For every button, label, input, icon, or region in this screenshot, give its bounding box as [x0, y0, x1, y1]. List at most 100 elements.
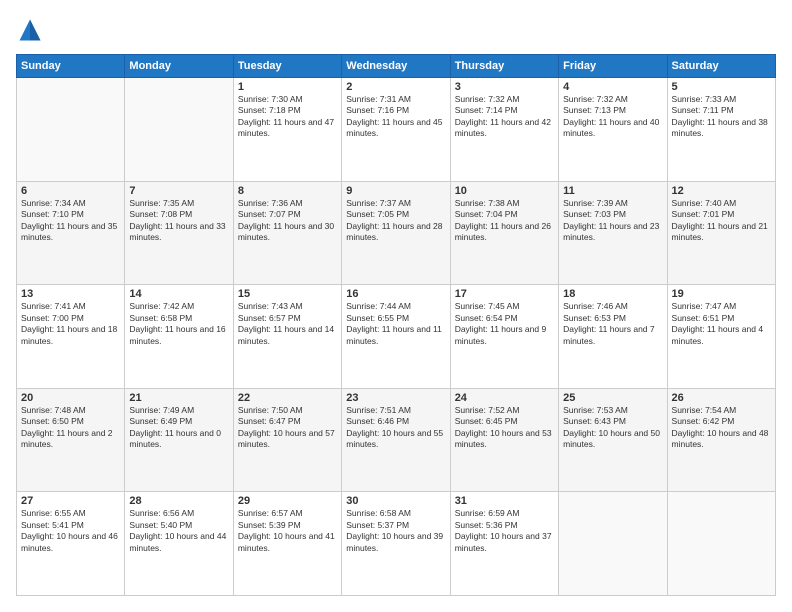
day-number: 4	[563, 81, 662, 93]
calendar-day-header-thursday: Thursday	[450, 55, 558, 78]
calendar-day-cell: 7Sunrise: 7:35 AMSunset: 7:08 PMDaylight…	[125, 181, 233, 285]
day-number: 9	[346, 185, 445, 197]
day-info: Sunrise: 7:46 AMSunset: 6:53 PMDaylight:…	[563, 301, 662, 347]
calendar-day-cell: 1Sunrise: 7:30 AMSunset: 7:18 PMDaylight…	[233, 78, 341, 182]
calendar-day-cell: 4Sunrise: 7:32 AMSunset: 7:13 PMDaylight…	[559, 78, 667, 182]
day-number: 18	[563, 288, 662, 300]
calendar-day-cell: 21Sunrise: 7:49 AMSunset: 6:49 PMDayligh…	[125, 388, 233, 492]
calendar-day-cell: 14Sunrise: 7:42 AMSunset: 6:58 PMDayligh…	[125, 285, 233, 389]
day-info: Sunrise: 7:45 AMSunset: 6:54 PMDaylight:…	[455, 301, 554, 347]
day-number: 27	[21, 495, 120, 507]
page: SundayMondayTuesdayWednesdayThursdayFrid…	[0, 0, 792, 612]
calendar-day-cell: 17Sunrise: 7:45 AMSunset: 6:54 PMDayligh…	[450, 285, 558, 389]
day-number: 19	[672, 288, 771, 300]
day-info: Sunrise: 7:53 AMSunset: 6:43 PMDaylight:…	[563, 405, 662, 451]
calendar-day-header-tuesday: Tuesday	[233, 55, 341, 78]
day-number: 2	[346, 81, 445, 93]
calendar-week-row: 20Sunrise: 7:48 AMSunset: 6:50 PMDayligh…	[17, 388, 776, 492]
calendar-week-row: 27Sunrise: 6:55 AMSunset: 5:41 PMDayligh…	[17, 492, 776, 596]
calendar-day-cell: 13Sunrise: 7:41 AMSunset: 7:00 PMDayligh…	[17, 285, 125, 389]
day-number: 5	[672, 81, 771, 93]
calendar-day-cell: 6Sunrise: 7:34 AMSunset: 7:10 PMDaylight…	[17, 181, 125, 285]
calendar-day-cell: 23Sunrise: 7:51 AMSunset: 6:46 PMDayligh…	[342, 388, 450, 492]
day-number: 24	[455, 392, 554, 404]
calendar-table: SundayMondayTuesdayWednesdayThursdayFrid…	[16, 54, 776, 596]
day-info: Sunrise: 7:37 AMSunset: 7:05 PMDaylight:…	[346, 198, 445, 244]
calendar-day-cell: 30Sunrise: 6:58 AMSunset: 5:37 PMDayligh…	[342, 492, 450, 596]
day-number: 3	[455, 81, 554, 93]
day-info: Sunrise: 6:55 AMSunset: 5:41 PMDaylight:…	[21, 508, 120, 554]
calendar-day-header-monday: Monday	[125, 55, 233, 78]
calendar-day-cell: 9Sunrise: 7:37 AMSunset: 7:05 PMDaylight…	[342, 181, 450, 285]
calendar-day-cell: 16Sunrise: 7:44 AMSunset: 6:55 PMDayligh…	[342, 285, 450, 389]
calendar-day-cell: 31Sunrise: 6:59 AMSunset: 5:36 PMDayligh…	[450, 492, 558, 596]
day-number: 25	[563, 392, 662, 404]
day-info: Sunrise: 7:52 AMSunset: 6:45 PMDaylight:…	[455, 405, 554, 451]
calendar-day-cell	[125, 78, 233, 182]
calendar-day-cell: 8Sunrise: 7:36 AMSunset: 7:07 PMDaylight…	[233, 181, 341, 285]
calendar-day-cell: 24Sunrise: 7:52 AMSunset: 6:45 PMDayligh…	[450, 388, 558, 492]
calendar-day-cell: 22Sunrise: 7:50 AMSunset: 6:47 PMDayligh…	[233, 388, 341, 492]
day-info: Sunrise: 7:40 AMSunset: 7:01 PMDaylight:…	[672, 198, 771, 244]
day-info: Sunrise: 7:34 AMSunset: 7:10 PMDaylight:…	[21, 198, 120, 244]
calendar-day-cell: 20Sunrise: 7:48 AMSunset: 6:50 PMDayligh…	[17, 388, 125, 492]
calendar-day-cell: 10Sunrise: 7:38 AMSunset: 7:04 PMDayligh…	[450, 181, 558, 285]
calendar-day-cell: 18Sunrise: 7:46 AMSunset: 6:53 PMDayligh…	[559, 285, 667, 389]
calendar-day-cell: 29Sunrise: 6:57 AMSunset: 5:39 PMDayligh…	[233, 492, 341, 596]
day-info: Sunrise: 7:44 AMSunset: 6:55 PMDaylight:…	[346, 301, 445, 347]
day-info: Sunrise: 7:49 AMSunset: 6:49 PMDaylight:…	[129, 405, 228, 451]
day-number: 7	[129, 185, 228, 197]
day-number: 21	[129, 392, 228, 404]
logo	[16, 16, 48, 44]
calendar-week-row: 6Sunrise: 7:34 AMSunset: 7:10 PMDaylight…	[17, 181, 776, 285]
calendar-day-cell: 28Sunrise: 6:56 AMSunset: 5:40 PMDayligh…	[125, 492, 233, 596]
calendar-day-cell: 3Sunrise: 7:32 AMSunset: 7:14 PMDaylight…	[450, 78, 558, 182]
logo-icon	[16, 16, 44, 44]
day-info: Sunrise: 7:54 AMSunset: 6:42 PMDaylight:…	[672, 405, 771, 451]
day-number: 17	[455, 288, 554, 300]
day-info: Sunrise: 7:32 AMSunset: 7:14 PMDaylight:…	[455, 94, 554, 140]
day-number: 15	[238, 288, 337, 300]
day-info: Sunrise: 7:50 AMSunset: 6:47 PMDaylight:…	[238, 405, 337, 451]
day-number: 30	[346, 495, 445, 507]
calendar-day-cell: 5Sunrise: 7:33 AMSunset: 7:11 PMDaylight…	[667, 78, 775, 182]
day-info: Sunrise: 7:31 AMSunset: 7:16 PMDaylight:…	[346, 94, 445, 140]
day-number: 31	[455, 495, 554, 507]
calendar-week-row: 13Sunrise: 7:41 AMSunset: 7:00 PMDayligh…	[17, 285, 776, 389]
calendar-day-header-friday: Friday	[559, 55, 667, 78]
calendar-day-cell: 12Sunrise: 7:40 AMSunset: 7:01 PMDayligh…	[667, 181, 775, 285]
day-info: Sunrise: 7:38 AMSunset: 7:04 PMDaylight:…	[455, 198, 554, 244]
day-number: 23	[346, 392, 445, 404]
calendar-day-cell	[559, 492, 667, 596]
day-number: 6	[21, 185, 120, 197]
day-info: Sunrise: 7:47 AMSunset: 6:51 PMDaylight:…	[672, 301, 771, 347]
day-info: Sunrise: 6:57 AMSunset: 5:39 PMDaylight:…	[238, 508, 337, 554]
calendar-day-header-sunday: Sunday	[17, 55, 125, 78]
calendar-day-header-wednesday: Wednesday	[342, 55, 450, 78]
day-info: Sunrise: 7:35 AMSunset: 7:08 PMDaylight:…	[129, 198, 228, 244]
calendar-day-cell: 11Sunrise: 7:39 AMSunset: 7:03 PMDayligh…	[559, 181, 667, 285]
day-number: 28	[129, 495, 228, 507]
calendar-day-cell: 2Sunrise: 7:31 AMSunset: 7:16 PMDaylight…	[342, 78, 450, 182]
day-info: Sunrise: 7:33 AMSunset: 7:11 PMDaylight:…	[672, 94, 771, 140]
day-number: 29	[238, 495, 337, 507]
day-number: 12	[672, 185, 771, 197]
day-info: Sunrise: 7:39 AMSunset: 7:03 PMDaylight:…	[563, 198, 662, 244]
day-number: 16	[346, 288, 445, 300]
day-info: Sunrise: 7:32 AMSunset: 7:13 PMDaylight:…	[563, 94, 662, 140]
calendar-day-cell	[17, 78, 125, 182]
day-info: Sunrise: 7:30 AMSunset: 7:18 PMDaylight:…	[238, 94, 337, 140]
day-info: Sunrise: 6:56 AMSunset: 5:40 PMDaylight:…	[129, 508, 228, 554]
day-number: 13	[21, 288, 120, 300]
day-info: Sunrise: 7:51 AMSunset: 6:46 PMDaylight:…	[346, 405, 445, 451]
day-number: 10	[455, 185, 554, 197]
calendar-day-cell: 15Sunrise: 7:43 AMSunset: 6:57 PMDayligh…	[233, 285, 341, 389]
day-number: 8	[238, 185, 337, 197]
day-number: 26	[672, 392, 771, 404]
day-info: Sunrise: 7:36 AMSunset: 7:07 PMDaylight:…	[238, 198, 337, 244]
day-info: Sunrise: 6:59 AMSunset: 5:36 PMDaylight:…	[455, 508, 554, 554]
calendar-day-cell	[667, 492, 775, 596]
calendar-header-row: SundayMondayTuesdayWednesdayThursdayFrid…	[17, 55, 776, 78]
day-info: Sunrise: 7:43 AMSunset: 6:57 PMDaylight:…	[238, 301, 337, 347]
day-info: Sunrise: 7:48 AMSunset: 6:50 PMDaylight:…	[21, 405, 120, 451]
